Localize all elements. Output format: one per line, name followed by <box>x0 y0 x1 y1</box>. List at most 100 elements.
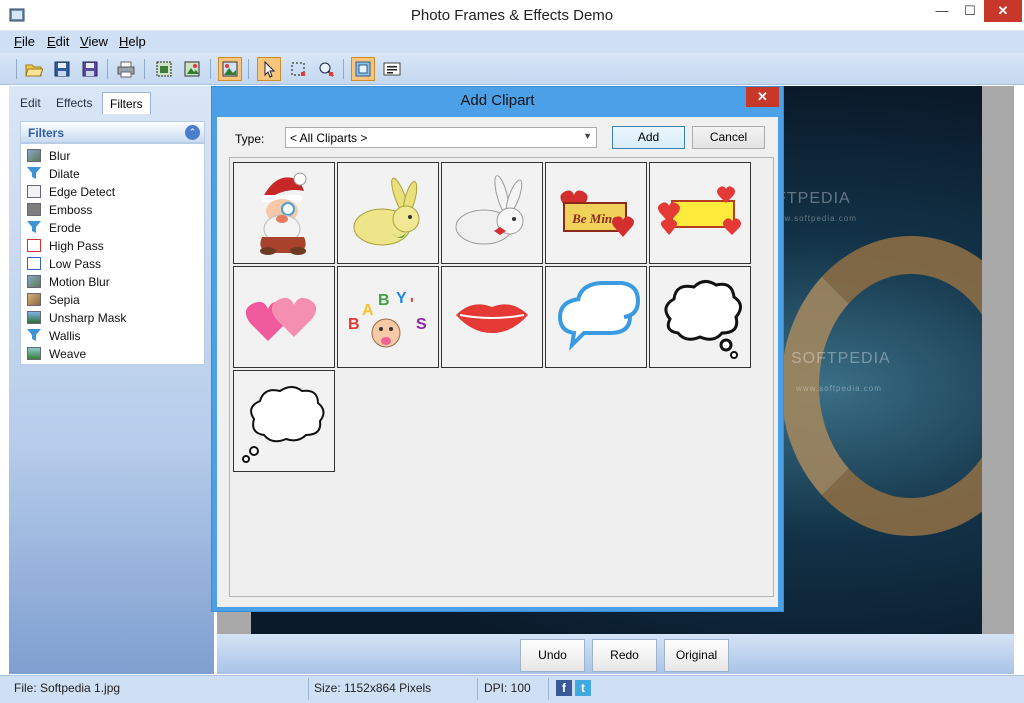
high-pass-icon <box>27 239 41 252</box>
filter-label: Sepia <box>49 293 80 307</box>
zoom-icon <box>319 62 334 77</box>
crop-icon <box>156 61 172 77</box>
crop-button[interactable] <box>152 57 176 81</box>
text-icon <box>383 62 401 76</box>
open-button[interactable] <box>22 57 46 81</box>
menu-help[interactable]: Help <box>119 34 146 49</box>
save-as-button[interactable] <box>78 57 102 81</box>
filter-motion-blur[interactable]: Motion Blur <box>27 273 197 291</box>
open-icon <box>25 64 43 77</box>
save-icon <box>54 61 70 77</box>
baby-letter: B <box>378 292 390 309</box>
tab-filters[interactable]: Filters <box>102 92 151 114</box>
redo-button[interactable]: Redo <box>592 639 657 672</box>
original-button[interactable]: Original <box>664 639 729 672</box>
frame-button[interactable] <box>351 57 375 81</box>
filter-high-pass[interactable]: High Pass <box>27 237 197 255</box>
clipart-santa[interactable] <box>233 162 335 264</box>
filter-erode[interactable]: Erode <box>27 219 197 237</box>
filters-header-label: Filters <box>28 126 65 140</box>
funnel-icon <box>27 221 41 233</box>
tab-edit[interactable]: Edit <box>13 92 48 114</box>
type-select[interactable]: < All Cliparts > ▼ <box>285 127 597 148</box>
toolbar-separator <box>144 59 145 79</box>
menu-file[interactable]: File <box>14 34 35 49</box>
clipart-thought-bubble-2[interactable] <box>233 370 335 472</box>
print-button[interactable] <box>114 57 138 81</box>
filter-label: Unsharp Mask <box>49 311 127 325</box>
filter-dilate[interactable]: Dilate <box>27 165 197 183</box>
menu-view[interactable]: View <box>80 34 108 49</box>
clipart-grid: Be Mine B A B Y ' S <box>229 157 774 597</box>
motion-blur-icon <box>27 275 41 288</box>
toolbar-separator <box>248 59 249 79</box>
clipart-be-mine-sign[interactable]: Be Mine <box>545 162 647 264</box>
filter-label: Motion Blur <box>49 275 110 289</box>
emboss-icon <box>27 203 41 216</box>
rect-select-button[interactable] <box>286 57 310 81</box>
filter-blur[interactable]: Blur <box>27 147 197 165</box>
bottom-button-bar: Undo Redo Original <box>217 634 1014 674</box>
undo-button[interactable]: Undo <box>520 639 585 672</box>
speech-bubbles-icon <box>557 281 641 351</box>
clipart-baby-us[interactable]: B A B Y ' S <box>337 266 439 368</box>
filter-wallis[interactable]: Wallis <box>27 327 197 345</box>
add-clipart-button[interactable] <box>218 57 242 81</box>
minimize-button[interactable]: — <box>928 0 956 22</box>
close-button[interactable]: ✕ <box>984 0 1022 22</box>
panel-tabs: Edit Effects Filters <box>9 90 214 114</box>
dialog-body: Type: < All Cliparts > ▼ Add Cancel Be M… <box>217 117 778 607</box>
unsharp-mask-icon <box>27 311 41 324</box>
status-separator <box>477 678 478 700</box>
save-button[interactable] <box>50 57 74 81</box>
filter-edge-detect[interactable]: Edge Detect <box>27 183 197 201</box>
filter-label: Wallis <box>49 329 81 343</box>
clipart-speech-bubbles[interactable] <box>545 266 647 368</box>
facebook-icon[interactable]: f <box>556 680 572 696</box>
twitter-icon[interactable]: t <box>575 680 591 696</box>
window-title: Photo Frames & Effects Demo <box>410 7 614 24</box>
filter-label: Low Pass <box>49 257 102 271</box>
blur-filter-icon <box>27 149 41 162</box>
clipart-pink-hearts[interactable] <box>233 266 335 368</box>
clipart-yellow-bunny[interactable] <box>337 162 439 264</box>
filters-header: Filters ⌃ <box>20 121 205 143</box>
collapse-icon[interactable]: ⌃ <box>185 125 200 140</box>
dialog-close-button[interactable]: ✕ <box>746 87 779 107</box>
type-label: Type: <box>235 132 265 146</box>
baby-letter: A <box>362 302 374 319</box>
filter-sepia[interactable]: Sepia <box>27 291 197 309</box>
maximize-button[interactable]: ☐ <box>956 0 984 22</box>
filter-unsharp-mask[interactable]: Unsharp Mask <box>27 309 197 327</box>
left-panel: Edit Effects Filters Filters ⌃ Blur Dila… <box>9 86 214 674</box>
filter-emboss[interactable]: Emboss <box>27 201 197 219</box>
filter-label: Erode <box>49 221 82 235</box>
tab-effects[interactable]: Effects <box>49 92 99 114</box>
text-button[interactable] <box>380 57 404 81</box>
menu-edit[interactable]: Edit <box>47 34 69 49</box>
clipart-lips[interactable] <box>441 266 543 368</box>
clipart-white-bunny[interactable] <box>441 162 543 264</box>
cancel-button[interactable]: Cancel <box>692 126 765 149</box>
clipart-hearts-sign[interactable] <box>649 162 751 264</box>
filter-low-pass[interactable]: Low Pass <box>27 255 197 273</box>
thought-bubble-1-icon <box>664 280 742 359</box>
toolbar-separator <box>210 59 211 79</box>
hearts-sign-icon <box>658 186 741 235</box>
low-pass-icon <box>27 257 41 270</box>
santa-icon <box>260 172 307 255</box>
filter-label: Weave <box>49 347 87 361</box>
select-pointer-button[interactable] <box>257 57 281 81</box>
baby-letter: Y <box>396 290 407 307</box>
filter-label: Emboss <box>49 203 93 217</box>
watermark: SOFTPEDIA <box>791 350 891 367</box>
add-clipart-dialog: Add Clipart ✕ Type: < All Cliparts > ▼ A… <box>211 86 784 612</box>
zoom-button[interactable] <box>314 57 338 81</box>
resize-button[interactable] <box>180 57 204 81</box>
add-button[interactable]: Add <box>612 126 685 149</box>
status-file: File: Softpedia 1.jpg <box>14 681 121 695</box>
clipart-thought-bubble-1[interactable] <box>649 266 751 368</box>
select-pointer-icon <box>264 60 276 78</box>
filter-weave[interactable]: Weave <box>27 345 197 363</box>
weave-icon <box>27 347 41 360</box>
